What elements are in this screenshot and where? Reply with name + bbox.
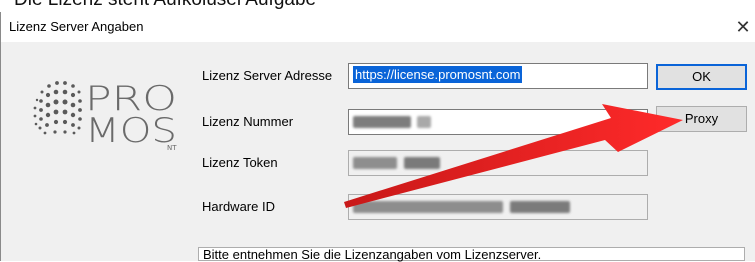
blurred-license-token-tail [403, 156, 440, 169]
license-token-field[interactable] [348, 150, 648, 176]
ok-button[interactable]: OK [656, 64, 747, 90]
blurred-hardware-id [353, 200, 503, 213]
blurred-hardware-id-tail [509, 200, 570, 213]
license-number-field[interactable] [348, 109, 648, 135]
license-dialog: Lizenz Server Angaben ✕ PRO MOS NT Lizen… [0, 12, 755, 262]
logo-line2: MOS [85, 111, 177, 150]
clipped-heading-strip: Die Lizenz steht Aufkolüsel Aufgabe [0, 0, 755, 12]
promos-logo: PRO MOS NT [33, 79, 177, 150]
license-token-label: Lizenz Token [202, 155, 278, 170]
clipped-heading: Die Lizenz steht Aufkolüsel Aufgabe [14, 0, 316, 11]
license-number-label: Lizenz Nummer [202, 114, 294, 129]
proxy-button[interactable]: Proxy [656, 106, 747, 132]
server-address-value: https://license.promosnt.com [353, 66, 523, 83]
blurred-license-number [353, 115, 411, 128]
hardware-id-label: Hardware ID [202, 199, 275, 214]
logo-suffix: NT [167, 144, 177, 150]
status-bar: Bitte entnehmen Sie die Lizenzangaben vo… [198, 247, 745, 262]
hardware-id-field[interactable] [348, 194, 648, 220]
window-title: Lizenz Server Angaben [9, 19, 144, 34]
blurred-license-number-tail [416, 115, 431, 128]
server-address-label: Lizenz Server Adresse [202, 68, 333, 83]
close-icon[interactable]: ✕ [732, 15, 754, 39]
status-text: Bitte entnehmen Sie die Lizenzangaben vo… [203, 247, 542, 262]
title-bar[interactable]: Lizenz Server Angaben ✕ [1, 12, 755, 42]
server-address-field[interactable]: https://license.promosnt.com [348, 63, 648, 89]
blurred-license-token [353, 156, 397, 169]
